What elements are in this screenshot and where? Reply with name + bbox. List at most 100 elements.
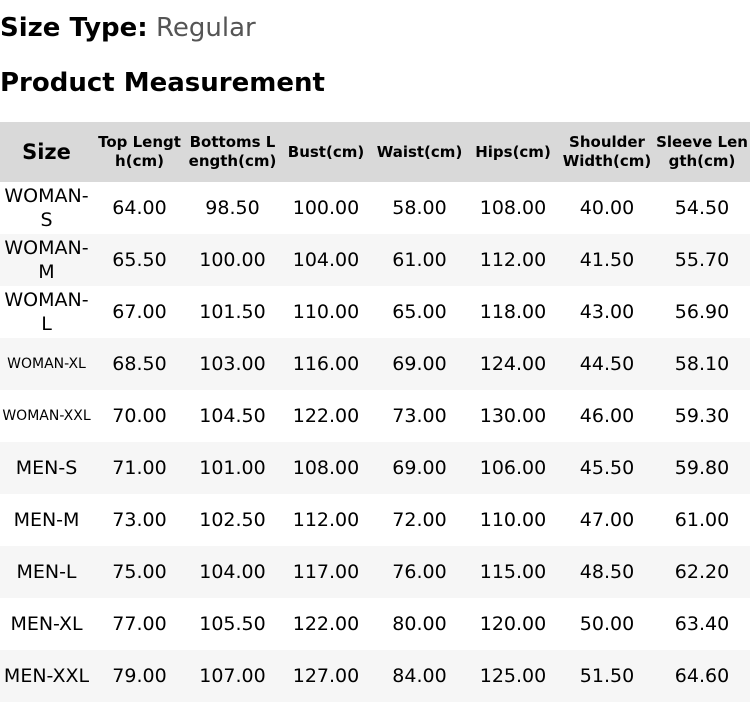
measurement-cell: 48.50 bbox=[579, 561, 635, 583]
size-cell: WOMAN-XXL bbox=[2, 408, 91, 424]
measurement-cell: 47.00 bbox=[579, 509, 635, 531]
measurement-cell: 106.00 bbox=[479, 457, 547, 479]
measurement-cell: 59.30 bbox=[674, 405, 730, 427]
column-header: Bottoms Length(cm) bbox=[188, 133, 277, 170]
measurement-cell: 110.00 bbox=[292, 301, 360, 323]
measurement-cell: 98.50 bbox=[205, 197, 260, 219]
measurement-cell: 79.00 bbox=[112, 665, 167, 687]
measurement-cell: 80.00 bbox=[392, 613, 447, 635]
section-title: Product Measurement bbox=[0, 68, 325, 98]
column-header: Waist(cm) bbox=[376, 142, 463, 161]
measurement-cell: 45.50 bbox=[579, 457, 635, 479]
measurement-cell: 101.50 bbox=[199, 301, 266, 323]
measurement-cell: 61.00 bbox=[674, 509, 730, 531]
measurement-cell: 100.00 bbox=[199, 249, 266, 271]
measurement-cell: 118.00 bbox=[479, 301, 547, 323]
measurement-cell: 122.00 bbox=[292, 405, 360, 427]
measurement-cell: 55.70 bbox=[674, 249, 730, 271]
size-type-value: Regular bbox=[155, 13, 256, 43]
measurement-cell: 61.00 bbox=[392, 249, 447, 271]
measurement-cell: 101.00 bbox=[199, 457, 266, 479]
measurement-cell: 58.00 bbox=[392, 197, 447, 219]
measurement-cell: 64.00 bbox=[112, 197, 167, 219]
measurement-cell: 69.00 bbox=[392, 457, 447, 479]
measurement-cell: 65.50 bbox=[112, 249, 167, 271]
measurement-cell: 102.50 bbox=[199, 509, 266, 531]
measurement-cell: 125.00 bbox=[479, 665, 547, 687]
size-cell: MEN-L bbox=[16, 561, 77, 583]
table-row: WOMAN-XXL 70.00 104.50 122.00 73.00 130.00 46.… bbox=[0, 390, 750, 442]
column-header: Bust(cm) bbox=[287, 142, 365, 161]
measurement-cell: 116.00 bbox=[292, 353, 360, 375]
measurement-cell: 51.50 bbox=[579, 665, 635, 687]
measurement-cell: 110.00 bbox=[479, 509, 547, 531]
measurement-cell: 46.00 bbox=[579, 405, 635, 427]
measurement-cell: 108.00 bbox=[479, 197, 547, 219]
measurement-cell: 64.60 bbox=[674, 665, 730, 687]
table-header-row: Size Top Length(cm) Bottoms Length(cm) B… bbox=[0, 122, 750, 182]
size-type: Size Type: Regular bbox=[0, 12, 256, 44]
size-cell: MEN-XXL bbox=[3, 665, 90, 687]
measurement-cell: 62.20 bbox=[674, 561, 730, 583]
measurement-cell: 72.00 bbox=[392, 509, 447, 531]
measurement-cell: 115.00 bbox=[479, 561, 547, 583]
measurement-cell: 112.00 bbox=[292, 509, 360, 531]
measurement-cell: 104.50 bbox=[199, 405, 266, 427]
measurement-cell: 122.00 bbox=[292, 613, 360, 635]
measurement-cell: 112.00 bbox=[479, 249, 547, 271]
column-header: Sleeve Length(cm) bbox=[656, 133, 748, 170]
measurement-cell: 107.00 bbox=[199, 665, 266, 687]
measurement-cell: 69.00 bbox=[392, 353, 447, 375]
measurement-cell: 130.00 bbox=[479, 405, 547, 427]
column-header: Size bbox=[22, 139, 71, 164]
size-cell: MEN-XL bbox=[10, 613, 83, 635]
measurement-cell: 44.50 bbox=[579, 353, 635, 375]
table-row: WOMAN-L 67.00 101.50 110.00 65.00 118.00 43.00… bbox=[0, 286, 750, 338]
measurement-cell: 63.40 bbox=[674, 613, 730, 635]
measurement-cell: 41.50 bbox=[579, 249, 635, 271]
size-type-label: Size Type: bbox=[0, 13, 148, 43]
measurement-cell: 58.10 bbox=[674, 353, 730, 375]
measurement-cell: 75.00 bbox=[112, 561, 167, 583]
measurement-cell: 70.00 bbox=[112, 405, 167, 427]
measurement-cell: 103.00 bbox=[199, 353, 266, 375]
measurement-cell: 43.00 bbox=[579, 301, 635, 323]
measurement-cell: 105.50 bbox=[199, 613, 266, 635]
table-row: MEN-XXL 79.00 107.00 127.00 84.00 125.00 51.50… bbox=[0, 650, 750, 702]
measurement-cell: 68.50 bbox=[112, 353, 167, 375]
size-cell: WOMAN-S bbox=[4, 185, 89, 231]
measurement-cell: 100.00 bbox=[292, 197, 360, 219]
measurement-cell: 127.00 bbox=[292, 665, 360, 687]
measurement-table: Size Top Length(cm) Bottoms Length(cm) B… bbox=[0, 122, 750, 702]
measurement-cell: 73.00 bbox=[392, 405, 447, 427]
measurement-cell: 65.00 bbox=[392, 301, 447, 323]
size-cell: WOMAN-XL bbox=[7, 356, 86, 372]
column-header: Hips(cm) bbox=[475, 142, 551, 161]
measurement-cell: 104.00 bbox=[199, 561, 266, 583]
measurement-cell: 71.00 bbox=[112, 457, 167, 479]
measurement-cell: 67.00 bbox=[112, 301, 167, 323]
measurement-cell: 50.00 bbox=[579, 613, 635, 635]
measurement-cell: 84.00 bbox=[392, 665, 447, 687]
measurement-cell: 40.00 bbox=[579, 197, 635, 219]
size-cell: WOMAN-M bbox=[4, 237, 89, 283]
measurement-cell: 120.00 bbox=[479, 613, 547, 635]
measurement-cell: 56.90 bbox=[674, 301, 730, 323]
measurement-cell: 76.00 bbox=[392, 561, 447, 583]
table-row: MEN-M 73.00 102.50 112.00 72.00 110.00 47.00 61… bbox=[0, 494, 750, 546]
measurement-cell: 73.00 bbox=[112, 509, 167, 531]
table-row: MEN-L 75.00 104.00 117.00 76.00 115.00 48.50 62… bbox=[0, 546, 750, 598]
table-row: WOMAN-XL 68.50 103.00 116.00 69.00 124.00 44.5… bbox=[0, 338, 750, 390]
measurement-cell: 124.00 bbox=[479, 353, 547, 375]
measurement-cell: 59.80 bbox=[674, 457, 730, 479]
measurement-cell: 117.00 bbox=[292, 561, 360, 583]
measurement-cell: 77.00 bbox=[112, 613, 167, 635]
table-row: WOMAN-S 64.00 98.50 100.00 58.00 108.00 40.00 5… bbox=[0, 182, 750, 234]
column-header: Top Length(cm) bbox=[98, 133, 181, 170]
table-row: WOMAN-M 65.50 100.00 104.00 61.00 112.00 41.50… bbox=[0, 234, 750, 286]
measurement-cell: 104.00 bbox=[292, 249, 360, 271]
column-header: Shoulder Width(cm) bbox=[562, 133, 652, 170]
table-row: MEN-S 71.00 101.00 108.00 69.00 106.00 45.50 59… bbox=[0, 442, 750, 494]
size-cell: MEN-S bbox=[15, 457, 78, 479]
measurement-cell: 108.00 bbox=[292, 457, 360, 479]
